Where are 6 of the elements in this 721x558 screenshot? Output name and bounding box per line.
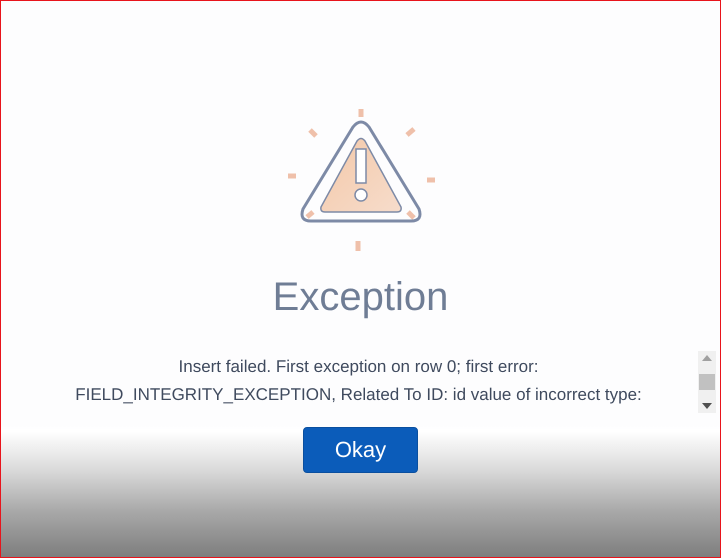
error-message: Insert failed. First exception on row 0; first error: FIELD_INTEGRITY_EXCEPTION, Related To ID: id value of incorrect type: [74, 356, 643, 406]
dialog-title: Exception [272, 274, 448, 321]
scroll-thumb[interactable] [699, 374, 715, 390]
scrollbar[interactable] [698, 351, 716, 413]
scroll-down-icon[interactable] [702, 403, 712, 409]
okay-button[interactable]: Okay [303, 427, 418, 473]
